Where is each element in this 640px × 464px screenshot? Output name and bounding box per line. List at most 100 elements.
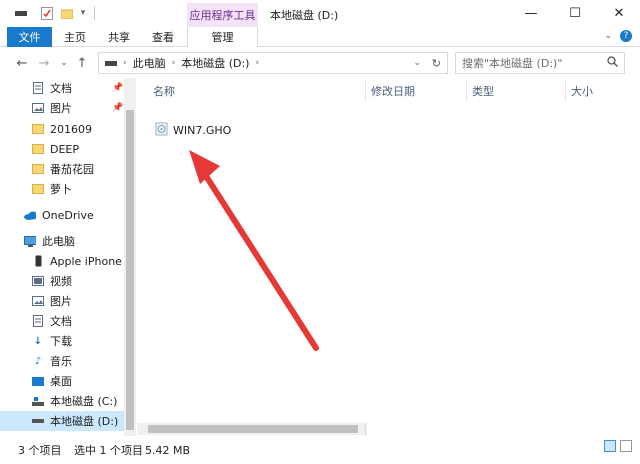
nav-item-iphone[interactable]: Apple iPhone: [0, 251, 124, 271]
nav-label: OneDrive: [42, 208, 94, 222]
drive-icon: [32, 395, 44, 407]
selection-size: 5.42 MB: [145, 443, 191, 457]
view-switcher: [604, 440, 632, 452]
tab-home[interactable]: 主页: [58, 27, 92, 47]
nav-item-201609[interactable]: 201609: [0, 119, 124, 139]
folder-icon: [32, 144, 44, 154]
recent-dropdown-icon[interactable]: ⌄: [56, 55, 72, 71]
ribbon-help-area: ⌄ ?: [604, 30, 632, 42]
nav-label: 图片: [50, 295, 72, 308]
maximize-button[interactable]: ☐: [560, 3, 590, 23]
nav-item-desktop[interactable]: 桌面: [0, 371, 124, 391]
up-arrow-icon[interactable]: ↑: [74, 55, 90, 71]
drive-icon: [32, 415, 44, 427]
nav-label: 文档: [50, 315, 72, 328]
nav-item-downloads[interactable]: ↓ 下载: [0, 331, 124, 351]
music-icon: ♪: [34, 355, 42, 367]
nav-item-drive-d[interactable]: 本地磁盘 (D:): [0, 411, 124, 431]
column-divider[interactable]: [565, 80, 566, 102]
nav-label: 本地磁盘 (D:): [50, 415, 119, 428]
divider: [94, 6, 95, 20]
nav-scrollbar-thumb[interactable]: [126, 110, 134, 430]
forward-arrow-icon[interactable]: →: [36, 55, 52, 71]
breadcrumb-this-pc[interactable]: 此电脑: [133, 55, 166, 71]
nav-label: 图片: [50, 102, 72, 115]
address-dropdown-icon[interactable]: ⌄: [413, 58, 421, 68]
search-input[interactable]: 搜索"本地磁盘 (D:)": [455, 52, 625, 74]
file-item[interactable]: WIN7.GHO: [155, 122, 231, 139]
nav-label: 音乐: [50, 355, 72, 368]
pin-icon[interactable]: 📌: [112, 83, 123, 93]
folder-icon: [32, 164, 44, 174]
tab-manage[interactable]: 管理: [187, 27, 258, 47]
address-bar-row: ← → ⌄ ↑ › 此电脑 › 本地磁盘 (D:) › ⌄ ↻ 搜索"本地磁盘 …: [0, 48, 640, 78]
nav-label: 201609: [50, 122, 92, 136]
address-field[interactable]: › 此电脑 › 本地磁盘 (D:) › ⌄ ↻: [98, 52, 448, 74]
help-icon[interactable]: ?: [620, 30, 632, 42]
nav-item-tomato[interactable]: 番茄花园: [0, 159, 124, 179]
refresh-icon[interactable]: ↻: [432, 57, 441, 70]
documents-icon: [32, 82, 44, 94]
title-bar: ▾ 应用程序工具 本地磁盘 (D:) — ☐ ✕: [0, 0, 640, 27]
selection-count: 选中 1 个项目: [74, 444, 143, 457]
column-divider[interactable]: [466, 80, 467, 102]
red-arrow-annotation: [189, 150, 319, 351]
nav-item-this-pc[interactable]: 此电脑: [0, 231, 124, 251]
column-header-type[interactable]: 类型: [472, 82, 494, 100]
nav-label: 桌面: [50, 375, 72, 388]
column-header-date[interactable]: 修改日期: [371, 82, 415, 100]
nav-label: Apple iPhone: [50, 254, 122, 268]
file-name: WIN7.GHO: [173, 124, 232, 137]
large-icons-view-icon[interactable]: [620, 440, 632, 452]
nav-item-luobo[interactable]: 萝卜: [0, 179, 124, 199]
navigation-pane: 文档 📌 图片 📌 201609 DEEP 番茄花园 萝卜 OneDrive 此…: [0, 78, 136, 436]
tab-share[interactable]: 共享: [102, 27, 136, 47]
tab-view[interactable]: 查看: [146, 27, 180, 47]
column-header-name[interactable]: 名称: [153, 82, 175, 100]
close-button[interactable]: ✕: [604, 3, 634, 23]
pictures-icon: [32, 295, 44, 307]
nav-label: 本地磁盘 (C:): [50, 395, 118, 408]
column-header-size[interactable]: 大小: [571, 82, 593, 100]
nav-label: 视频: [50, 275, 72, 288]
minimize-button[interactable]: —: [516, 3, 546, 23]
onedrive-cloud-icon: [24, 209, 36, 221]
drive-icon[interactable]: [14, 5, 28, 21]
details-view-icon[interactable]: [604, 440, 616, 452]
column-divider[interactable]: [365, 80, 366, 102]
tab-file[interactable]: 文件: [7, 27, 52, 47]
horizontal-scrollbar-thumb[interactable]: [148, 425, 358, 433]
nav-item-drive-c[interactable]: 本地磁盘 (C:): [0, 391, 124, 411]
expand-ribbon-icon[interactable]: ⌄: [604, 31, 612, 41]
back-arrow-icon[interactable]: ←: [14, 55, 30, 71]
nav-item-pictures-pc[interactable]: 图片: [0, 291, 124, 311]
nav-item-onedrive[interactable]: OneDrive: [0, 205, 124, 225]
phone-icon: [32, 255, 44, 267]
customize-toolbar-icon[interactable]: ▾: [78, 5, 88, 21]
nav-label: 萝卜: [50, 183, 72, 196]
search-icon: [607, 56, 618, 70]
nav-item-videos[interactable]: 视频: [0, 271, 124, 291]
folder-icon: [32, 124, 44, 134]
breadcrumb-drive-d[interactable]: 本地磁盘 (D:): [181, 55, 249, 71]
nav-item-deep[interactable]: DEEP: [0, 139, 124, 159]
nav-item-documents-pc[interactable]: 文档: [0, 311, 124, 331]
nav-label: 下载: [50, 335, 72, 348]
nav-item-pictures[interactable]: 图片 📌: [0, 98, 124, 118]
search-placeholder: 搜索"本地磁盘 (D:)": [462, 57, 563, 70]
drive-icon: [105, 60, 117, 66]
download-icon: ↓: [33, 335, 43, 347]
videos-icon: [32, 275, 44, 287]
nav-item-documents[interactable]: 文档 📌: [0, 78, 124, 98]
nav-label: DEEP: [50, 142, 80, 156]
properties-icon[interactable]: [40, 5, 54, 21]
computer-icon: [24, 235, 36, 247]
item-count: 3 个项目: [18, 444, 62, 457]
status-bar: 3 个项目 选中 1 个项目 5.42 MB: [0, 436, 640, 464]
pin-icon[interactable]: 📌: [112, 103, 123, 113]
nav-item-music[interactable]: ♪ 音乐: [0, 351, 124, 371]
nav-label: 此电脑: [42, 235, 75, 248]
chevron-right-icon: ›: [123, 58, 127, 68]
chevron-right-icon: ›: [255, 58, 260, 68]
new-folder-icon[interactable]: [60, 5, 74, 21]
